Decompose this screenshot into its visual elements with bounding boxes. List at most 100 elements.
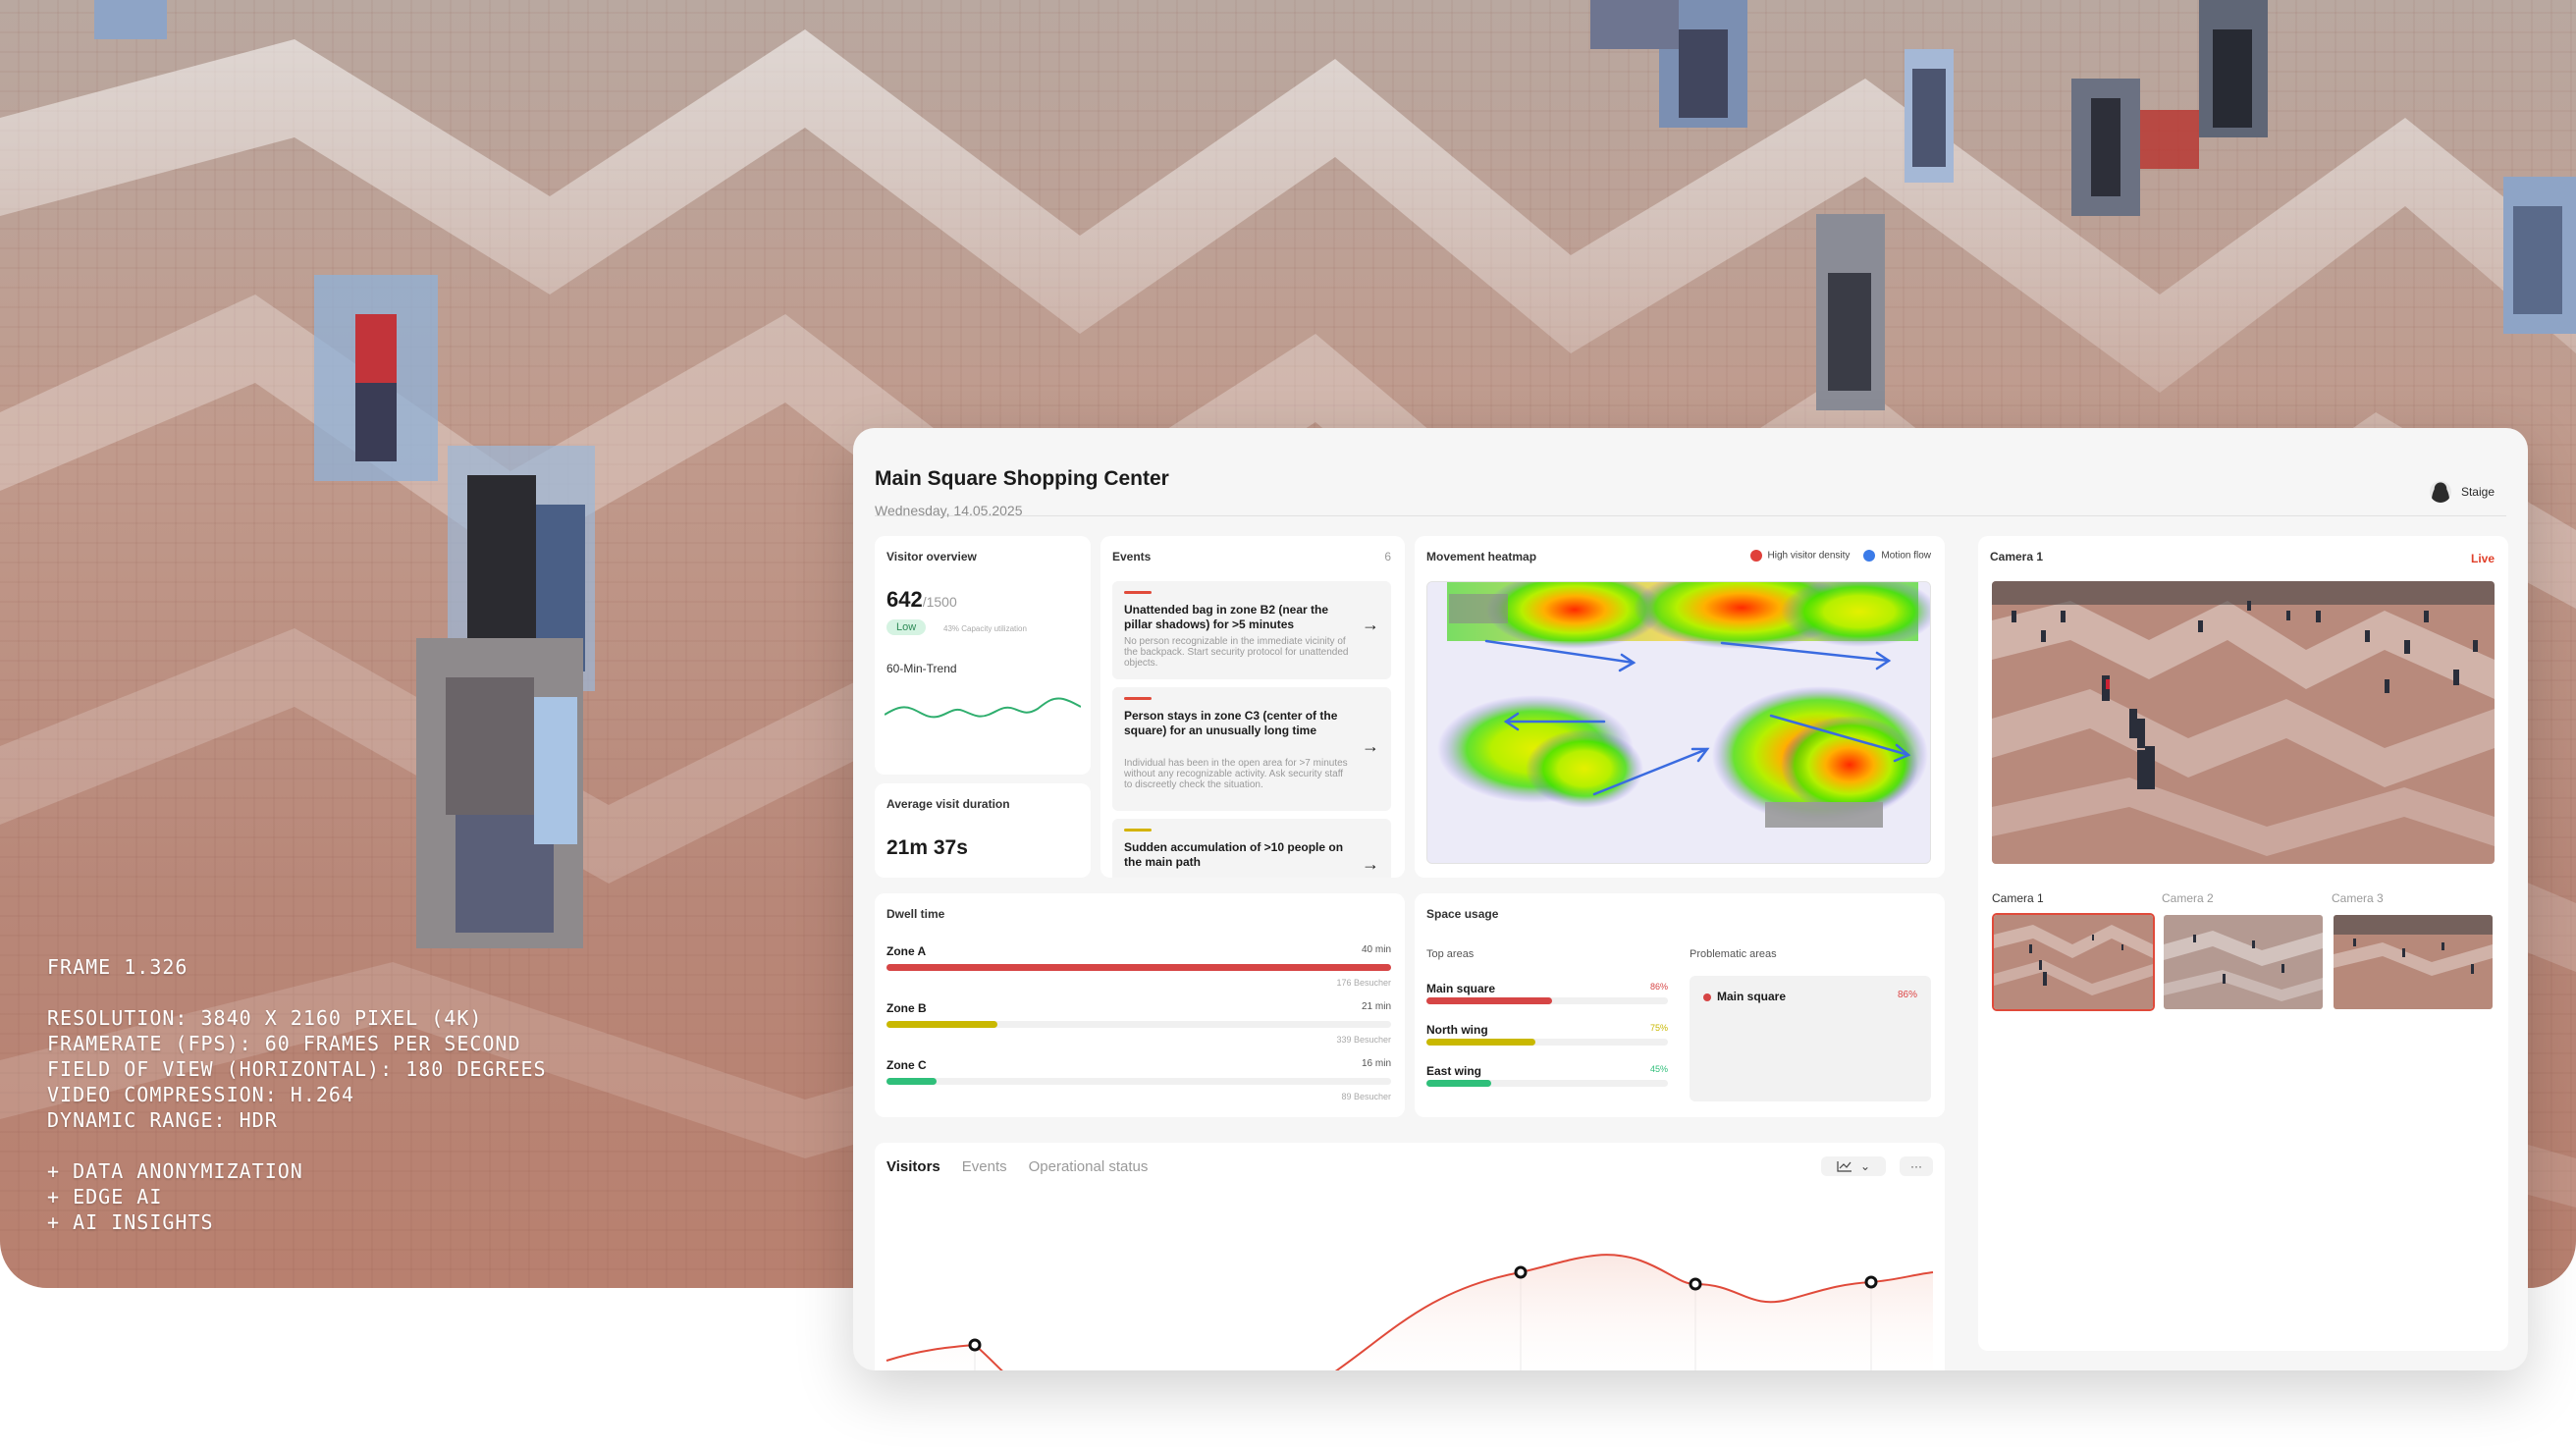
zone-visitors: 176 Besucher [1336,978,1391,988]
card-title: Events [1112,550,1152,564]
chevron-down-icon: ⌄ [1859,1159,1871,1173]
arrow-right-icon[interactable]: → [1362,615,1379,635]
zone-progress-track [886,964,1391,971]
card-title: Dwell time [886,907,945,921]
event-title: Person stays in zone C3 (center of the s… [1124,709,1338,737]
area-name: North wing [1426,1023,1488,1037]
problematic-area-item[interactable]: Main square [1703,990,1786,1003]
feature-line: + AI INSIGHTS [47,1210,214,1234]
heatmap-canvas [1426,581,1931,864]
card-title: Visitor overview [886,550,977,564]
spec-line: DYNAMIC RANGE: HDR [47,1108,278,1132]
more-options-button[interactable]: ··· [1900,1156,1933,1176]
feature-line: + DATA ANONYMIZATION [47,1159,303,1183]
area-percentage: 86% [1649,982,1668,992]
camera-thumbnail-2[interactable]: Camera 2 [2162,891,2325,1011]
average-duration-value: 21m 37s [886,836,968,859]
user-name: Staige [2460,485,2495,499]
zone-name: Zone A [886,944,927,958]
more-icon: ··· [1910,1159,1922,1173]
average-duration-card: Average visit duration 21m 37s [875,783,1091,878]
thumbnail-label: Camera 1 [1992,891,2044,905]
area-row: Main square 86% [1426,982,1668,1004]
zone-time: 16 min [1361,1058,1391,1069]
user-menu[interactable]: Staige [2429,481,2495,503]
camera-thumbnail-3[interactable]: Camera 3 [2332,891,2495,1011]
card-title: Average visit duration [886,797,1010,811]
problematic-areas-box: Main square 86% [1690,976,1931,1101]
anonymized-person [2140,110,2199,169]
event-item[interactable]: Unattended bag in zone B2 (near the pill… [1112,581,1391,679]
zone-progress-fill [886,964,1391,971]
arrow-right-icon[interactable]: → [1362,736,1379,757]
area-percentage: 75% [1649,1023,1668,1033]
thumbnail-image [2332,913,2495,1011]
frame-counter: FRAME 1.326 [47,955,188,979]
legend-item: High visitor density [1749,550,1850,562]
zone-time: 40 min [1361,944,1391,955]
feature-list: + DATA ANONYMIZATION + EDGE AI + AI INSI… [47,1158,547,1235]
line-chart-icon [1837,1161,1852,1172]
chart-tabs: Visitors Events Operational status [886,1158,1148,1175]
tab-events[interactable]: Events [962,1158,1007,1175]
alert-dot [1703,993,1711,1001]
severity-indicator [1124,697,1152,700]
problematic-areas-label: Problematic areas [1690,948,1777,960]
anonymized-person [314,275,438,481]
event-description: Individual has been in the open area for… [1124,758,1348,790]
tab-visitors[interactable]: Visitors [886,1158,940,1175]
area-name: East wing [1426,1064,1482,1078]
spec-line: VIDEO COMPRESSION: H.264 [47,1083,354,1106]
dashboard-window: Main Square Shopping Center Wednesday, 1… [853,428,2528,1370]
thumbnail-label: Camera 2 [2162,891,2214,905]
zone-name: Zone C [886,1058,927,1072]
area-row: East wing 45% [1426,1064,1668,1087]
area-progress-fill [1426,997,1552,1004]
dwell-time-card: Dwell time Zone A 40 min 176 Besucher Zo… [875,893,1405,1117]
movement-heatmap-card: Movement heatmap High visitor density Mo… [1415,536,1945,878]
zone-row: Zone C 16 min 89 Besucher [886,1058,1391,1101]
event-title: Unattended bag in zone B2 (near the pill… [1124,603,1329,631]
anonymized-person [1590,0,1679,49]
chart-type-dropdown[interactable]: ⌄ [1821,1156,1886,1176]
zone-time: 21 min [1361,1001,1391,1012]
chart-toolbar: ⌄ ··· [1821,1156,1933,1176]
visitors-chart-card: Visitors Events Operational status ⌄ ··· [875,1143,1945,1370]
camera-thumbnail-1[interactable]: Camera 1 [1992,891,2155,1011]
zone-progress-track [886,1021,1391,1028]
area-percentage: 45% [1649,1064,1668,1074]
tab-operational-status[interactable]: Operational status [1029,1158,1149,1175]
thumbnail-image [1992,913,2155,1011]
dashboard-header: Main Square Shopping Center Wednesday, 1… [875,448,2506,518]
live-indicator: Live [2470,552,2495,565]
event-item[interactable]: Person stays in zone C3 (center of the s… [1112,687,1391,811]
event-title: Sudden accumulation of >10 people on the… [1124,840,1344,869]
trend-sparkline [885,697,1081,719]
spec-line: FRAMERATE (FPS): 60 FRAMES PER SECOND [47,1032,521,1055]
arrow-right-icon[interactable]: → [1362,854,1379,875]
space-usage-card: Space usage Top areas Problematic areas … [1415,893,1945,1117]
zone-visitors: 89 Besucher [1341,1092,1391,1101]
visitor-capacity: /1500 [922,594,957,610]
area-name: Main square [1426,982,1496,995]
events-card: Events 6 Unattended bag in zone B2 (near… [1100,536,1405,878]
event-item[interactable]: Sudden accumulation of >10 people on the… [1112,819,1391,878]
feature-line: + EDGE AI [47,1185,163,1208]
thumbnail-label: Camera 3 [2332,891,2384,905]
problematic-area-percentage: 86% [1897,990,1917,1000]
avatar [2429,481,2451,503]
spec-line: FIELD OF VIEW (HORIZONTAL): 180 DEGREES [47,1057,547,1081]
zone-progress-fill [886,1078,938,1085]
event-description: No person recognizable in the immediate … [1124,636,1349,669]
camera-main-feed[interactable] [1992,581,2495,864]
visitor-count: 642/1500 [886,587,957,612]
top-areas-label: Top areas [1426,948,1475,960]
spec-line: RESOLUTION: 3840 X 2160 PIXEL (4K) [47,1006,483,1030]
camera-metadata-overlay: FRAME 1.326 RESOLUTION: 3840 X 2160 PIXE… [47,954,547,1235]
camera-feed-image [1992,581,2495,864]
heatmap-graphic [1427,582,1930,863]
page-title: Main Square Shopping Center [875,467,1169,490]
severity-indicator [1124,829,1152,832]
anonymized-person [2071,79,2140,216]
area-progress-fill [1426,1080,1492,1087]
